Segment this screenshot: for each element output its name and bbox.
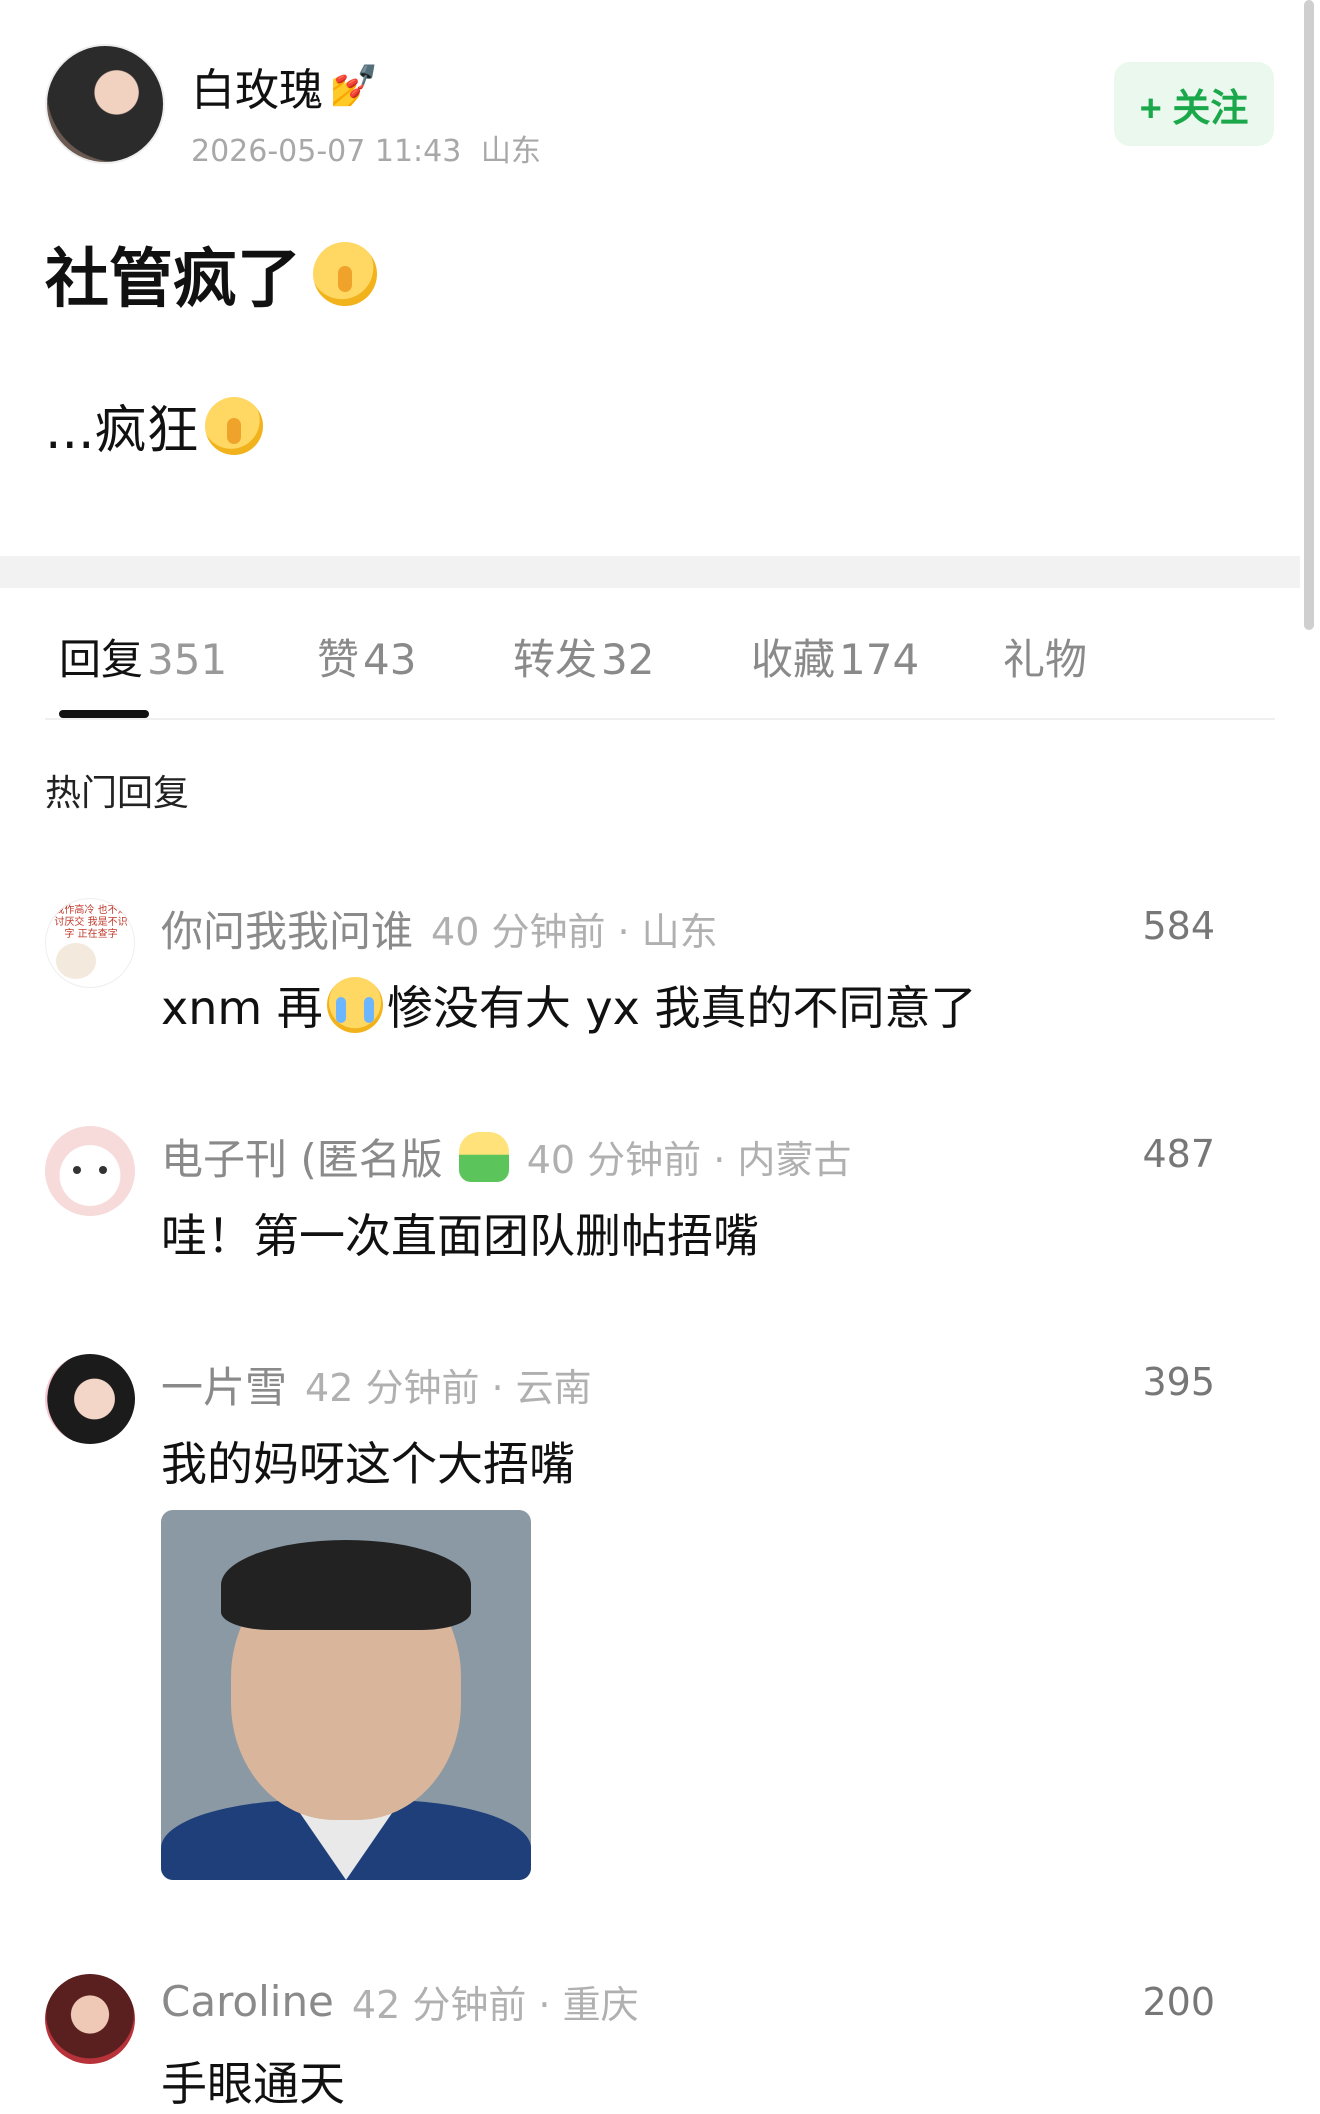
cupcake-icon (458, 1131, 509, 1182)
post-title-text: 社管疯了 (45, 243, 301, 317)
tab-count: 32 (601, 635, 655, 684)
comment-image[interactable] (161, 1510, 531, 1880)
commenter-avatar[interactable] (45, 1974, 135, 2064)
tab-label: 回复 (59, 635, 144, 684)
interaction-tabs: 回复351 赞43 转发32 收藏174 礼物 (45, 620, 1275, 720)
scrollbar[interactable] (1304, 0, 1314, 630)
comment-meta: 42 分钟前 · 云南 (305, 1366, 592, 1410)
comment-meta: 40 分钟前 · 内蒙古 (526, 1138, 852, 1182)
comment-text-part: 惨没有大 yx 我真的不同意了 (386, 981, 977, 1035)
author-header: 白玫瑰 💅 2026-05-07 11:43 山东 (45, 44, 541, 170)
hot-replies-title: 热门回复 (45, 773, 190, 814)
author-meta: 2026-05-07 11:43 山东 (191, 126, 541, 170)
post-body: ...疯狂 (45, 388, 263, 463)
comment-text: 手眼通天 (161, 2057, 345, 2111)
tab-replies[interactable]: 回复351 (59, 626, 227, 687)
active-tab-indicator (59, 710, 149, 718)
author-name: 白玫瑰 (191, 65, 323, 116)
tab-label: 转发 (513, 635, 598, 684)
post-detail-page: 白玫瑰 💅 2026-05-07 11:43 山东 + 关注 社管疯了 ...疯… (0, 0, 1320, 2114)
shushing-face-icon (313, 242, 377, 306)
comment-like-count[interactable]: 584 (1142, 904, 1215, 948)
tab-likes[interactable]: 赞43 (317, 626, 416, 687)
post-title: 社管疯了 (45, 228, 377, 320)
comment-text: 我的妈呀这个大捂嘴 (161, 1437, 575, 1491)
comment-header: 一片雪 42 分钟前 · 云南 (161, 1354, 592, 1415)
avatar-caption: 我作高冷 也不是讨厌交 我是不识字 正在查字 (54, 905, 128, 940)
comment-meta: 42 分钟前 · 重庆 (351, 1983, 639, 2027)
tab-count: 174 (839, 635, 920, 684)
commenter-name[interactable]: 一片雪 (161, 1354, 287, 1415)
shushing-face-icon (204, 396, 263, 455)
comment-text: xnm 再 惨没有大 yx 我真的不同意了 (161, 972, 977, 1038)
section-divider (0, 556, 1300, 588)
tab-reposts[interactable]: 转发32 (513, 626, 654, 687)
tab-favorites[interactable]: 收藏174 (751, 626, 919, 687)
comment-text: 哇！第一次直面团队删帖捂嘴 (161, 1209, 759, 1263)
comment-header: Caroline 42 分钟前 · 重庆 (161, 1974, 639, 2029)
tab-count: 351 (147, 635, 228, 684)
commenter-avatar[interactable]: 我作高冷 也不是讨厌交 我是不识字 正在查字 (45, 898, 135, 988)
author-name-row[interactable]: 白玫瑰 💅 (191, 54, 541, 118)
comment-like-count[interactable]: 395 (1142, 1360, 1215, 1404)
commenter-name[interactable]: 你问我我问谁 (161, 898, 413, 959)
tab-label: 礼物 (1003, 635, 1088, 684)
comment-like-count[interactable]: 200 (1142, 1980, 1215, 2024)
tab-label: 收藏 (751, 635, 836, 684)
crying-face-icon (326, 977, 383, 1033)
nail-polish-icon: 💅 (329, 63, 379, 109)
commenter-name[interactable]: 电子刊 (匿名版 (161, 1126, 443, 1187)
comment-header: 你问我我问谁 40 分钟前 · 山东 (161, 898, 718, 959)
comment-like-count[interactable]: 487 (1142, 1132, 1215, 1176)
commenter-avatar[interactable] (45, 1126, 135, 1216)
follow-button[interactable]: + 关注 (1114, 62, 1274, 146)
comment-header: 电子刊 (匿名版 40 分钟前 · 内蒙古 (161, 1126, 851, 1187)
tab-gifts[interactable]: 礼物 (1003, 626, 1087, 687)
tab-label: 赞 (317, 635, 360, 684)
commenter-avatar[interactable] (45, 1354, 135, 1444)
post-timestamp: 2026-05-07 11:43 (191, 134, 462, 169)
comment-text-part: xnm 再 (161, 981, 323, 1035)
post-body-text: ...疯狂 (45, 401, 199, 461)
author-info: 白玫瑰 💅 2026-05-07 11:43 山东 (191, 54, 541, 170)
tab-count: 43 (363, 635, 417, 684)
post-location: 山东 (480, 134, 541, 169)
commenter-name[interactable]: Caroline (161, 1977, 334, 2026)
comment-meta: 40 分钟前 · 山东 (431, 910, 718, 954)
author-avatar[interactable] (45, 44, 165, 164)
